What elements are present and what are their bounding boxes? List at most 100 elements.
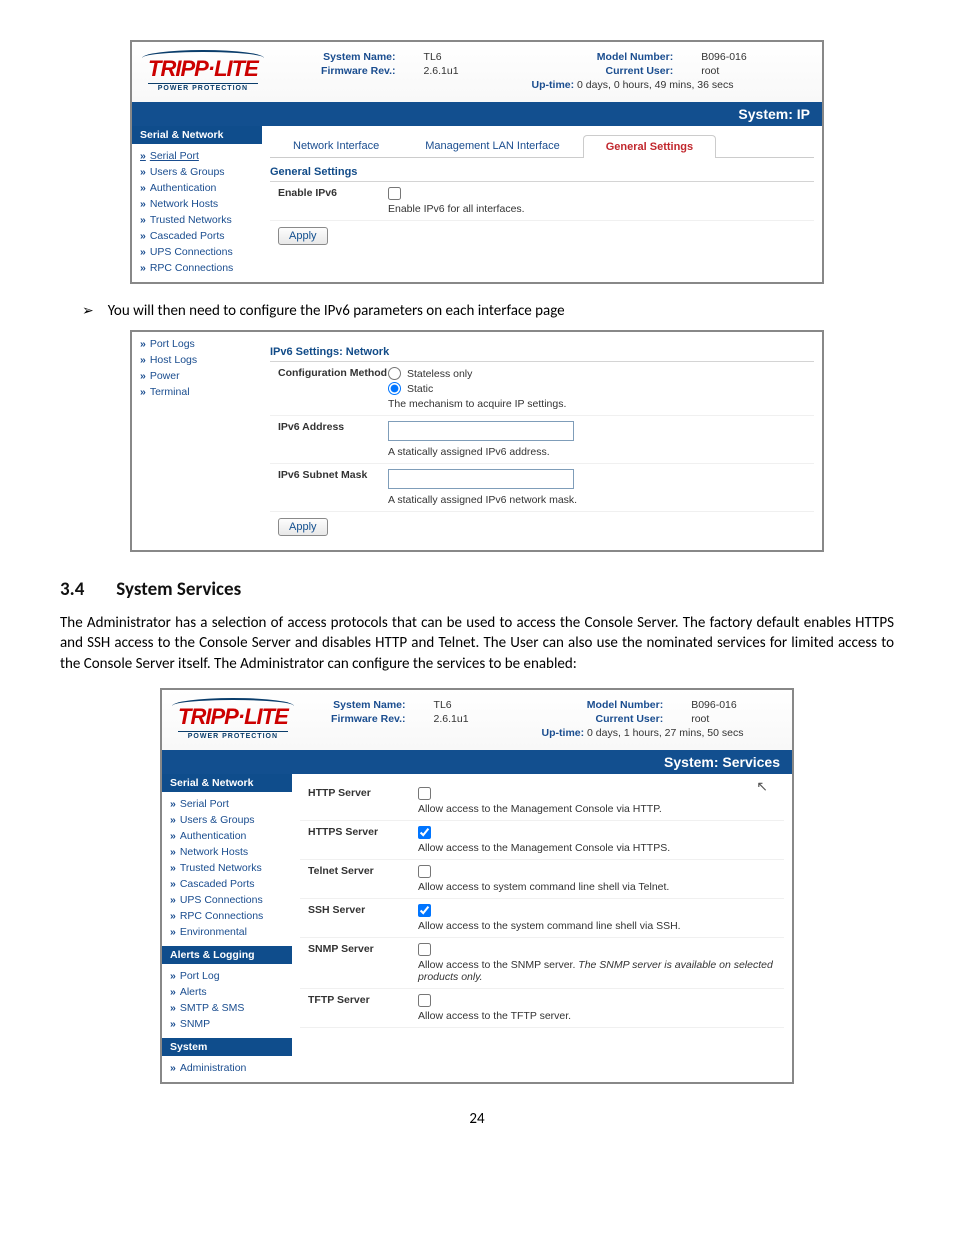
page-banner: System: Services	[162, 750, 792, 774]
row-ipv6-mask: IPv6 Subnet Mask A statically assigned I…	[270, 464, 814, 512]
bullet-configure-ipv6: ➢ You will then need to configure the IP…	[60, 302, 894, 320]
value-system-name: TL6	[434, 699, 514, 711]
sidebar-item-trusted-networks[interactable]: Trusted Networks	[162, 860, 292, 876]
radio-stateless-label: Stateless only	[407, 368, 472, 380]
sidebar-category-serial: Serial & Network	[132, 126, 262, 144]
label-system-name: System Name:	[312, 699, 406, 711]
label-config-method: Configuration Method	[278, 367, 388, 379]
label-tftp-server: TFTP Server	[308, 994, 418, 1006]
desc-ipv6-address: A statically assigned IPv6 address.	[388, 446, 806, 458]
sidebar-item-trusted-networks[interactable]: Trusted Networks	[132, 212, 262, 228]
value-uptime: 0 days, 0 hours, 49 mins, 36 secs	[577, 79, 733, 91]
sidebar-item-authentication[interactable]: Authentication	[132, 180, 262, 196]
desc-ssh-server: Allow access to the system command line …	[418, 920, 776, 932]
label-ssh-server: SSH Server	[308, 904, 418, 916]
row-ipv6-address: IPv6 Address A statically assigned IPv6 …	[270, 416, 814, 464]
section-intro-text: The Administrator has a selection of acc…	[60, 613, 894, 674]
input-ipv6-address[interactable]	[388, 421, 574, 441]
desc-enable-ipv6: Enable IPv6 for all interfaces.	[388, 203, 806, 215]
desc-tftp-server: Allow access to the TFTP server.	[418, 1010, 776, 1022]
checkbox-enable-ipv6[interactable]	[388, 187, 401, 200]
label-model-number: Model Number:	[542, 699, 664, 711]
row-http-server: HTTP Server Allow access to the Manageme…	[300, 782, 784, 821]
sidebar-item-host-logs[interactable]: Host Logs	[132, 352, 262, 368]
sidebar-item-users-groups[interactable]: Users & Groups	[162, 812, 292, 828]
sidebar-category-serial: Serial & Network	[162, 774, 292, 792]
row-snmp-server: SNMP Server Allow access to the SNMP ser…	[300, 938, 784, 989]
sidebar-category-system: System	[162, 1038, 292, 1056]
screenshot-ipv6-settings: Port Logs Host Logs Power Terminal IPv6 …	[130, 330, 824, 552]
radio-static[interactable]	[388, 382, 401, 395]
label-telnet-server: Telnet Server	[308, 865, 418, 877]
sidebar-item-alerts[interactable]: Alerts	[162, 984, 292, 1000]
checkbox-tftp-server[interactable]	[418, 994, 431, 1007]
desc-http-server: Allow access to the Management Console v…	[418, 803, 776, 815]
sidebar-category-alerts: Alerts & Logging	[162, 946, 292, 964]
tab-network-interface[interactable]: Network Interface	[270, 134, 402, 157]
sidebar-item-serial-port[interactable]: Serial Port	[132, 148, 262, 164]
checkbox-https-server[interactable]	[418, 826, 431, 839]
brand-logo: TRIPP·LITE POWER PROTECTION	[142, 48, 264, 94]
page-number: 24	[60, 1110, 894, 1128]
sidebar-item-rpc-connections[interactable]: RPC Connections	[132, 260, 262, 276]
checkbox-http-server[interactable]	[418, 787, 431, 800]
app-header: TRIPP·LITE POWER PROTECTION System Name:…	[162, 690, 792, 750]
app-header: TRIPP·LITE POWER PROTECTION System Name:…	[132, 42, 822, 102]
sidebar-item-ups-connections[interactable]: UPS Connections	[132, 244, 262, 260]
sidebar-item-cascaded-ports[interactable]: Cascaded Ports	[162, 876, 292, 892]
sidebar-item-cascaded-ports[interactable]: Cascaded Ports	[132, 228, 262, 244]
sidebar-item-power[interactable]: Power	[132, 368, 262, 384]
sidebar-item-port-logs[interactable]: Port Logs	[132, 336, 262, 352]
sidebar-item-users-groups[interactable]: Users & Groups	[132, 164, 262, 180]
checkbox-snmp-server[interactable]	[418, 943, 431, 956]
apply-button[interactable]: Apply	[278, 227, 328, 245]
sidebar-item-port-log[interactable]: Port Log	[162, 968, 292, 984]
checkbox-telnet-server[interactable]	[418, 865, 431, 878]
sidebar-item-administration[interactable]: Administration	[162, 1060, 292, 1076]
label-system-name: System Name:	[282, 51, 396, 63]
system-info: System Name: TL6 Model Number: B096-016 …	[282, 51, 812, 91]
sidebar-item-terminal[interactable]: Terminal	[132, 384, 262, 400]
sidebar-item-serial-port[interactable]: Serial Port	[162, 796, 292, 812]
label-model-number: Model Number:	[532, 51, 674, 63]
value-firmware-rev: 2.6.1u1	[424, 65, 504, 77]
label-firmware-rev: Firmware Rev.:	[312, 713, 406, 725]
value-model-number: B096-016	[691, 699, 782, 711]
sidebar-item-snmp[interactable]: SNMP	[162, 1016, 292, 1032]
value-model-number: B096-016	[701, 51, 812, 63]
radio-stateless[interactable]	[388, 367, 401, 380]
sidebar-item-environmental[interactable]: Environmental	[162, 924, 292, 940]
sidebar-item-ups-connections[interactable]: UPS Connections	[162, 892, 292, 908]
cursor-icon: ↖	[756, 778, 768, 795]
checkbox-ssh-server[interactable]	[418, 904, 431, 917]
sidebar-item-authentication[interactable]: Authentication	[162, 828, 292, 844]
row-telnet-server: Telnet Server Allow access to system com…	[300, 860, 784, 899]
value-current-user: root	[691, 713, 782, 725]
value-system-name: TL6	[424, 51, 504, 63]
label-ipv6-mask: IPv6 Subnet Mask	[278, 469, 388, 481]
sidebar-item-rpc-connections[interactable]: RPC Connections	[162, 908, 292, 924]
label-https-server: HTTPS Server	[308, 826, 418, 838]
label-uptime: Up-time:	[532, 79, 575, 91]
section-title-ipv6: IPv6 Settings: Network	[270, 342, 814, 362]
screenshot-system-ip: TRIPP·LITE POWER PROTECTION System Name:…	[130, 40, 824, 284]
system-info: System Name: TL6 Model Number: B096-016 …	[312, 699, 782, 739]
sidebar-item-network-hosts[interactable]: Network Hosts	[132, 196, 262, 212]
value-current-user: root	[701, 65, 812, 77]
sidebar-item-network-hosts[interactable]: Network Hosts	[162, 844, 292, 860]
row-tftp-server: TFTP Server Allow access to the TFTP ser…	[300, 989, 784, 1028]
label-uptime: Up-time:	[542, 727, 585, 739]
apply-button[interactable]: Apply	[278, 518, 328, 536]
tab-bar: Network Interface Management LAN Interfa…	[270, 134, 814, 158]
row-config-method: Configuration Method Stateless only Stat…	[270, 362, 814, 416]
radio-static-label: Static	[407, 383, 433, 395]
desc-snmp-server: Allow access to the SNMP server. The SNM…	[418, 959, 776, 983]
tab-general-settings[interactable]: General Settings	[583, 135, 716, 158]
sidebar-item-smtp-sms[interactable]: SMTP & SMS	[162, 1000, 292, 1016]
row-enable-ipv6: Enable IPv6 Enable IPv6 for all interfac…	[270, 182, 814, 221]
section-heading: 3.4 System Services	[60, 578, 894, 601]
input-ipv6-mask[interactable]	[388, 469, 574, 489]
row-ssh-server: SSH Server Allow access to the system co…	[300, 899, 784, 938]
page-banner: System: IP	[132, 102, 822, 126]
tab-management-lan[interactable]: Management LAN Interface	[402, 134, 583, 157]
